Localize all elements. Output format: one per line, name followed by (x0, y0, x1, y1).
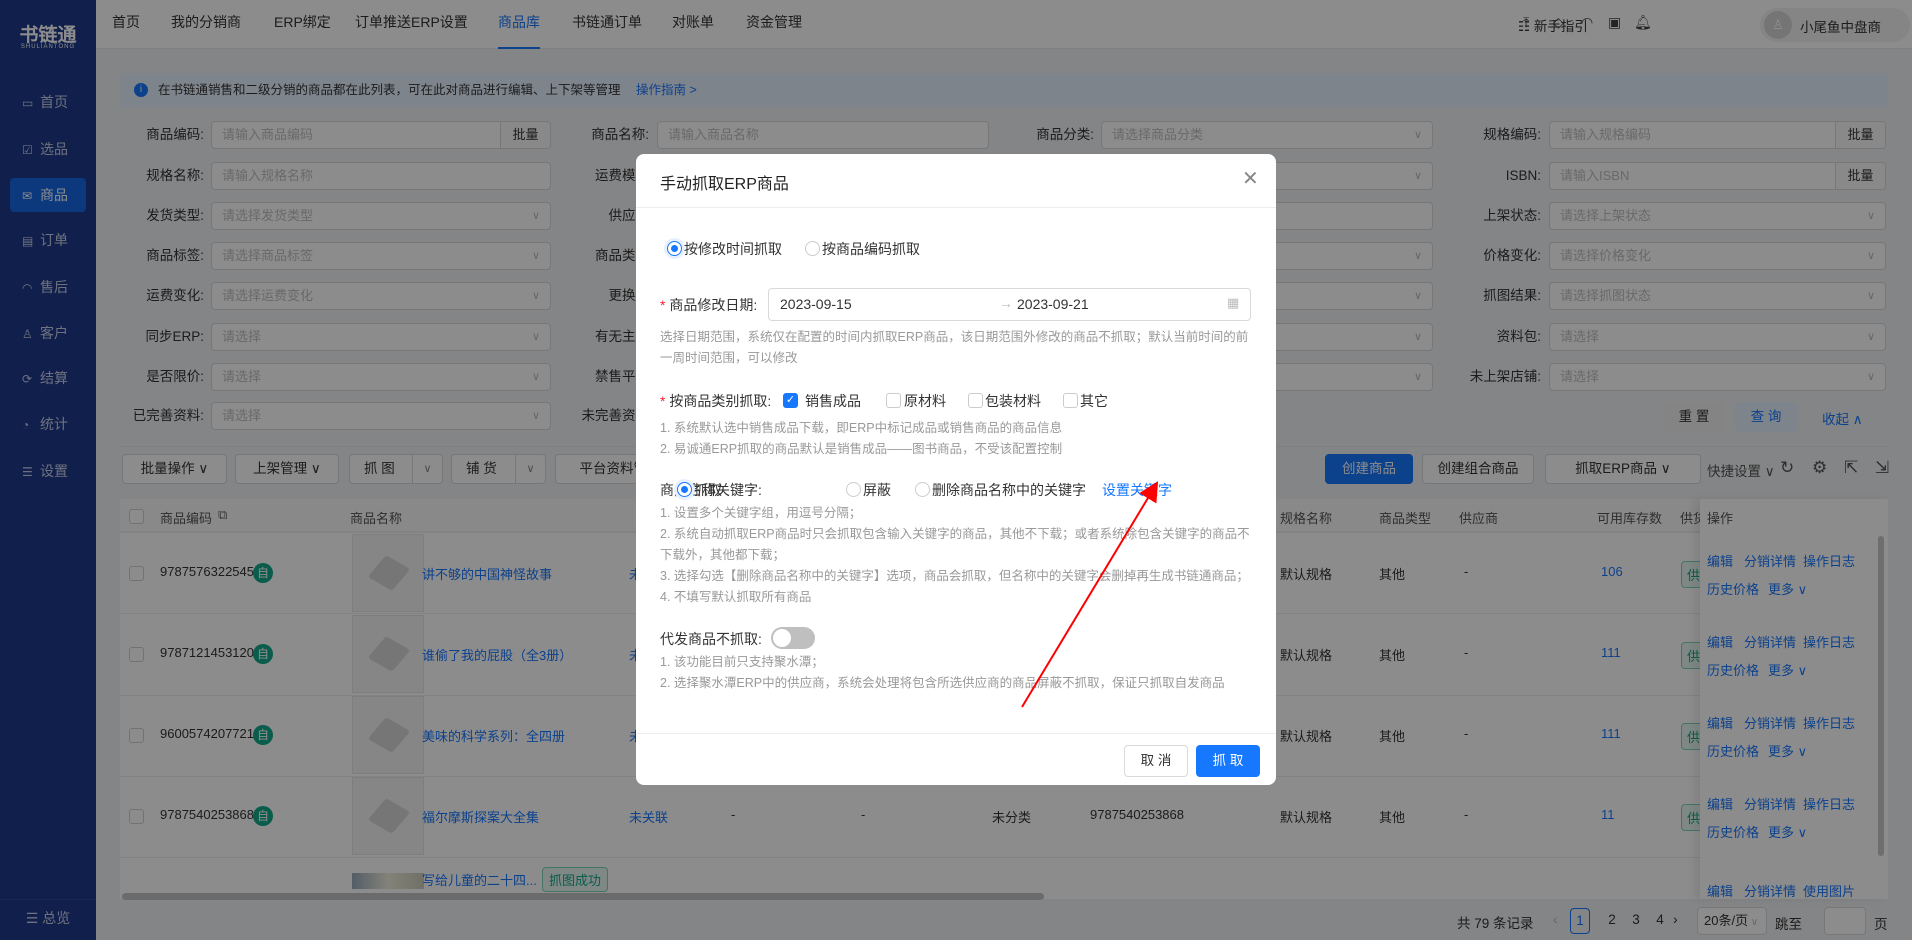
annotation-arrow-line (1021, 481, 1159, 708)
annotation-arrow (1021, 481, 1159, 708)
